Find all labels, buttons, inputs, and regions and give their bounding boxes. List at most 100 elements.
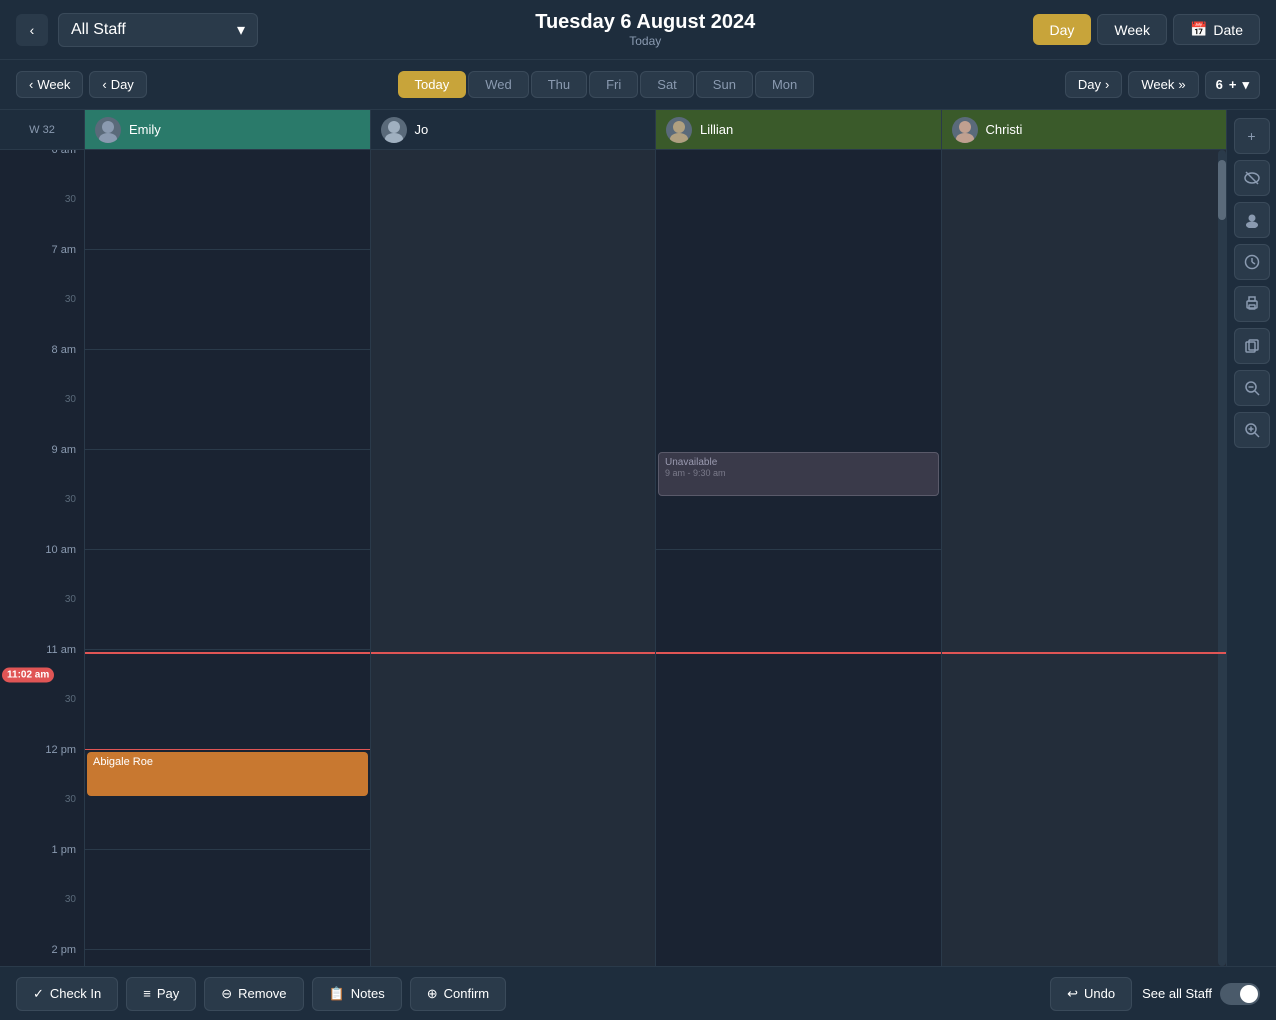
hide-tool-button[interactable] <box>1234 160 1270 196</box>
staff-header-row: W 32 Emily Jo Lillian <box>0 110 1226 150</box>
time-1030: 30 <box>0 600 84 650</box>
plus-icon[interactable]: + <box>1229 77 1237 92</box>
event-unavailable-time: 9 am - 9:30 am <box>665 468 932 478</box>
tab-mon[interactable]: Mon <box>755 71 814 98</box>
bottom-bar: ✓ Check In ≡ Pay ⊖ Remove 📋 Notes ⊕ Conf… <box>0 966 1276 1020</box>
staff-col-lillian: Unavailable 9 am - 9:30 am <box>656 150 942 966</box>
zoom-in-tool-button[interactable] <box>1234 412 1270 448</box>
staff-name-lillian: Lillian <box>700 122 733 137</box>
num-value: 6 <box>1216 77 1223 92</box>
ctrl-day-button[interactable]: Day › <box>1065 71 1122 98</box>
avatar-emily <box>95 117 121 143</box>
print-tool-button[interactable] <box>1234 286 1270 322</box>
avatar-christi <box>952 117 978 143</box>
undo-button[interactable]: ↩ Undo <box>1050 977 1132 1011</box>
avatar-lillian <box>666 117 692 143</box>
calendar-wrapper: W 32 Emily Jo Lillian <box>0 110 1276 966</box>
event-unavailable-label: Unavailable <box>665 457 932 468</box>
tab-sat[interactable]: Sat <box>640 71 694 98</box>
dropdown-chevron-icon: ▾ <box>237 20 245 40</box>
pay-button[interactable]: ≡ Pay <box>126 977 196 1011</box>
tab-thu[interactable]: Thu <box>531 71 587 98</box>
time-630: 30 <box>0 200 84 250</box>
now-line-christi <box>942 652 1227 654</box>
checkin-icon: ✓ <box>33 986 44 1002</box>
confirm-button[interactable]: ⊕ Confirm <box>410 977 506 1011</box>
notes-button[interactable]: 📋 Notes <box>312 977 402 1011</box>
time-11am: 11:02 am 11 am <box>0 650 84 700</box>
staff-header-christi: Christi <box>942 110 1227 149</box>
see-all-toggle[interactable] <box>1220 983 1260 1005</box>
calendar-icon: 📅 <box>1190 21 1207 38</box>
day-nav-button[interactable]: ‹ Day <box>89 71 146 98</box>
time-12pm: 12 pm <box>0 750 84 800</box>
notes-icon: 📋 <box>329 986 345 1002</box>
nav-left: ‹ Week ‹ Day <box>16 71 147 98</box>
right-sidebar-tools: + <box>1226 110 1276 966</box>
tab-wed[interactable]: Wed <box>468 71 529 98</box>
see-all-staff: See all Staff <box>1142 983 1260 1005</box>
day-view-button[interactable]: Day <box>1033 14 1092 45</box>
event-abigale-label: Abigale Roe <box>93 756 153 768</box>
remove-button[interactable]: ⊖ Remove <box>204 977 303 1011</box>
sub-date: Today <box>535 34 755 48</box>
staff-select-dropdown[interactable]: All Staff ▾ <box>58 13 258 47</box>
staff-col-christi <box>942 150 1227 966</box>
undo-icon: ↩ <box>1067 986 1078 1002</box>
main-date: Tuesday 6 August 2024 <box>535 11 755 34</box>
event-abigale-roe[interactable]: Abigale Roe <box>87 752 368 796</box>
staff-name-emily: Emily <box>129 122 161 137</box>
chevron-left-icon-day: ‹ <box>102 77 106 92</box>
date-view-button[interactable]: 📅 Date <box>1173 14 1260 45</box>
ctrl-week-button[interactable]: Week » <box>1128 71 1198 98</box>
avatar-jo <box>381 117 407 143</box>
time-830: 30 <box>0 400 84 450</box>
time-7am: 7 am <box>0 250 84 300</box>
staff-name-christi: Christi <box>986 122 1023 137</box>
confirm-icon: ⊕ <box>427 986 438 1002</box>
back-button[interactable]: ‹ <box>16 14 48 46</box>
dropdown-icon[interactable]: ▾ <box>1242 77 1249 93</box>
week-view-button[interactable]: Week <box>1097 14 1167 45</box>
top-header-right: Day Week 📅 Date <box>1033 14 1260 45</box>
user-tool-button[interactable] <box>1234 202 1270 238</box>
top-header: ‹ All Staff ▾ Tuesday 6 August 2024 Toda… <box>0 0 1276 60</box>
calendar-main: W 32 Emily Jo Lillian <box>0 110 1226 966</box>
add-tool-button[interactable]: + <box>1234 118 1270 154</box>
time-730: 30 <box>0 300 84 350</box>
tab-today[interactable]: Today <box>398 71 467 98</box>
checkin-button[interactable]: ✓ Check In <box>16 977 118 1011</box>
zoom-out-tool-button[interactable] <box>1234 370 1270 406</box>
nav-right: Day › Week » 6 + ▾ <box>1065 71 1260 99</box>
time-2pm: 2 pm <box>0 950 84 966</box>
time-8am: 8 am <box>0 350 84 400</box>
time-9am: 9 am <box>0 450 84 500</box>
week-nav-button[interactable]: ‹ Week <box>16 71 83 98</box>
calendar-scroll[interactable]: 6 am 30 7 am 30 8 am 30 9 am 30 10 am 30… <box>0 150 1226 966</box>
staff-name-jo: Jo <box>415 122 429 137</box>
time-1230: 30 <box>0 800 84 850</box>
time-1130: 30 <box>0 700 84 750</box>
day-tabs: Today Wed Thu Fri Sat Sun Mon <box>398 71 815 98</box>
copy-tool-button[interactable] <box>1234 328 1270 364</box>
top-header-left: ‹ All Staff ▾ <box>16 13 258 47</box>
pay-icon: ≡ <box>143 986 151 1001</box>
staff-columns: Abigale Roe 5 pm <box>85 150 1226 966</box>
scroll-indicator[interactable] <box>1218 150 1226 966</box>
time-10am: 10 am <box>0 550 84 600</box>
scroll-thumb[interactable] <box>1218 160 1226 220</box>
time-1pm: 1 pm <box>0 850 84 900</box>
tab-fri[interactable]: Fri <box>589 71 638 98</box>
clock-tool-button[interactable] <box>1234 244 1270 280</box>
tab-sun[interactable]: Sun <box>696 71 753 98</box>
staff-header-emily: Emily <box>85 110 371 149</box>
toggle-knob <box>1240 985 1258 1003</box>
now-badge: 11:02 am <box>2 668 54 683</box>
second-header: ‹ Week ‹ Day Today Wed Thu Fri Sat Sun M… <box>0 60 1276 110</box>
time-gutter: 6 am 30 7 am 30 8 am 30 9 am 30 10 am 30… <box>0 150 85 966</box>
chevron-right-icon: › <box>1105 77 1109 92</box>
event-unavailable[interactable]: Unavailable 9 am - 9:30 am <box>658 452 939 496</box>
now-line-jo <box>371 652 656 654</box>
time-130: 30 <box>0 900 84 950</box>
num-control: 6 + ▾ <box>1205 71 1260 99</box>
